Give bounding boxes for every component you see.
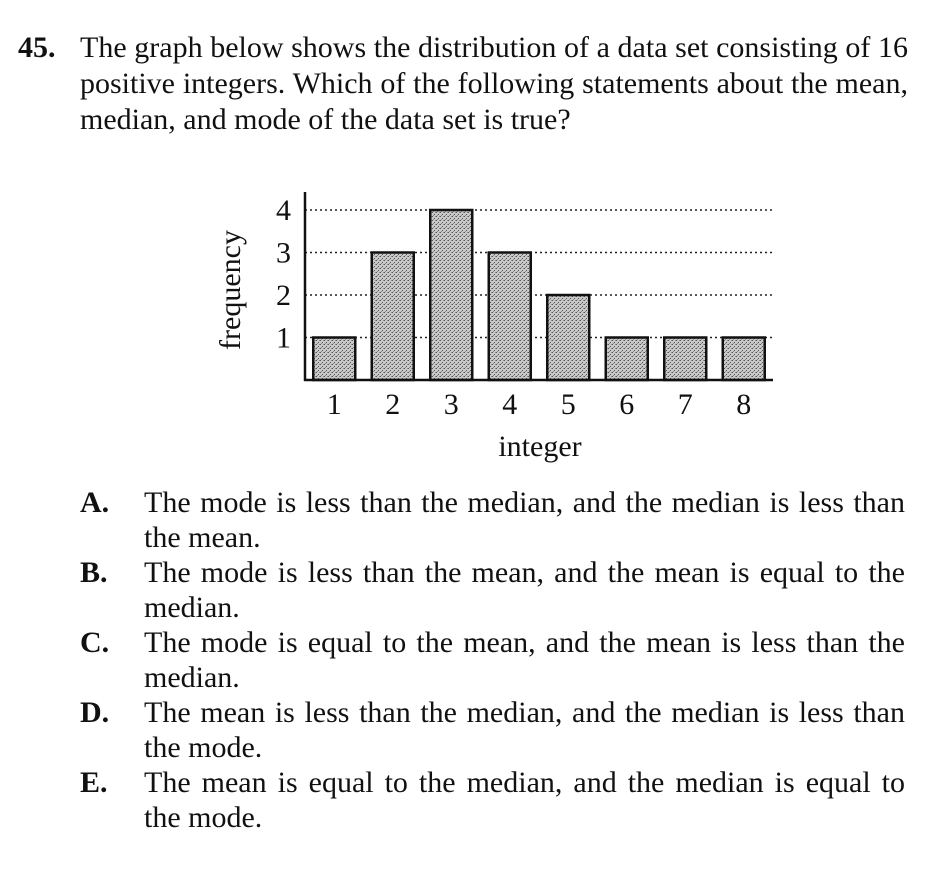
choice-text: The mode is less than the median, and th… xyxy=(144,486,905,554)
bar-8 xyxy=(721,336,766,382)
y-tick-label: 3 xyxy=(276,237,291,270)
x-tick-label: 1 xyxy=(327,388,342,421)
choice-text: The mean is equal to the median, and the… xyxy=(144,766,905,834)
choice-b[interactable]: B. The mode is less than the mean, and t… xyxy=(80,555,905,625)
bar-6 xyxy=(604,336,649,382)
choice-c[interactable]: C. The mode is equal to the mean, and th… xyxy=(80,625,905,695)
choice-letter: A. xyxy=(80,486,110,519)
choice-text: The mean is less than the median, and th… xyxy=(144,696,905,764)
x-tick-label: 6 xyxy=(619,388,634,421)
y-tick-label: 1 xyxy=(276,322,291,355)
x-tick-label: 7 xyxy=(678,388,693,421)
choice-letter: C. xyxy=(80,626,110,659)
bar-7 xyxy=(663,336,708,382)
bar-2 xyxy=(370,251,415,382)
choice-text: The mode is less than the mean, and the … xyxy=(144,556,905,624)
choice-d[interactable]: D. The mean is less than the median, and… xyxy=(80,695,905,765)
answer-choices: A. The mode is less than the median, and… xyxy=(80,485,905,835)
choice-letter: E. xyxy=(80,766,108,799)
bar-1 xyxy=(312,336,357,382)
bars xyxy=(312,208,766,382)
choice-letter: D. xyxy=(80,696,110,729)
x-tick-label: 5 xyxy=(561,388,576,421)
choice-e[interactable]: E. The mean is equal to the median, and … xyxy=(80,765,905,835)
y-tick-label: 4 xyxy=(276,194,291,227)
bar-4 xyxy=(487,251,532,382)
bar-5 xyxy=(546,293,591,382)
x-tick-label: 4 xyxy=(502,388,517,421)
y-axis-label: frequency xyxy=(214,230,247,350)
frequency-bar-chart: 1 2 3 4 1 2 3 4 5 6 7 8 integer frequency xyxy=(214,192,773,463)
y-tick-label: 2 xyxy=(276,279,291,312)
choice-text: The mode is equal to the mean, and the m… xyxy=(144,626,905,694)
choice-a[interactable]: A. The mode is less than the median, and… xyxy=(80,485,905,555)
x-tick-label: 2 xyxy=(385,388,400,421)
x-tick-label: 3 xyxy=(444,388,459,421)
choice-letter: B. xyxy=(80,556,108,589)
x-axis-label: integer xyxy=(498,430,581,463)
bar-3 xyxy=(429,208,474,382)
x-tick-label: 8 xyxy=(736,388,751,421)
